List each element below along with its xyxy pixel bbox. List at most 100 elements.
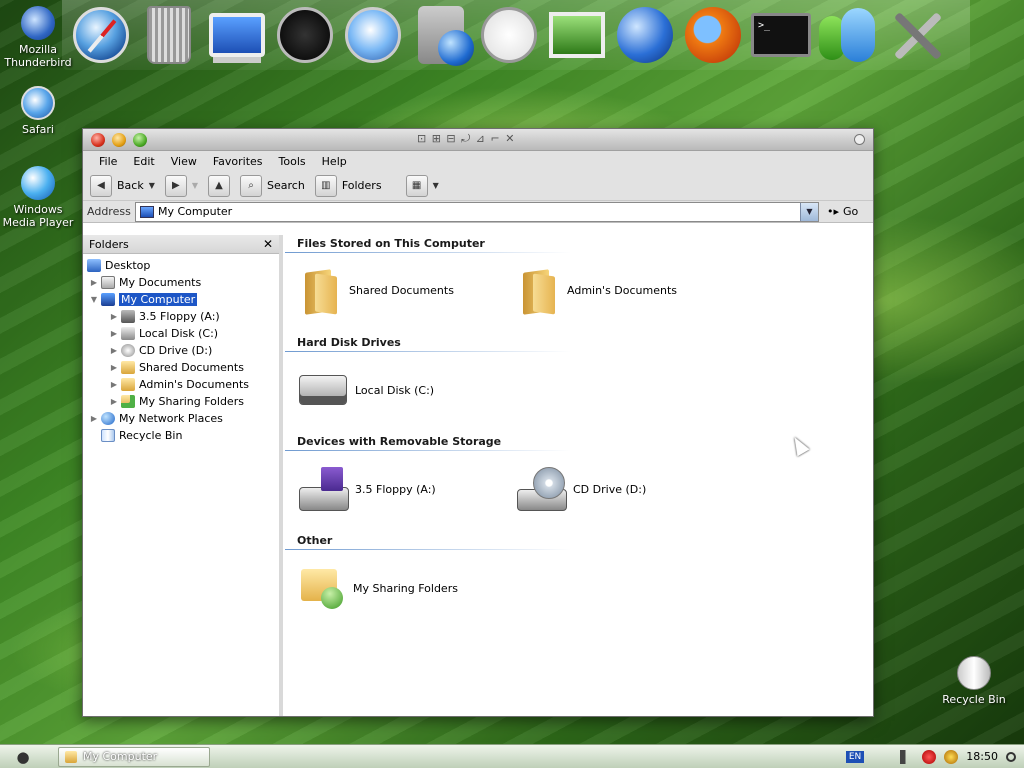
network-drive-dock-icon[interactable] xyxy=(410,4,474,66)
safari-dock-icon[interactable] xyxy=(70,4,132,66)
expand-icon[interactable]: ▶ xyxy=(109,312,119,321)
folder-icon xyxy=(121,361,135,374)
back-arrow-icon: ◀ xyxy=(90,174,112,197)
group-divider xyxy=(285,450,571,451)
item-label: My Sharing Folders xyxy=(353,581,458,595)
expand-icon[interactable]: ▶ xyxy=(109,397,119,406)
views-button[interactable]: ▦ ▼ xyxy=(403,174,442,197)
menu-favorites[interactable]: Favorites xyxy=(205,155,271,168)
toolbar-toggle-button[interactable] xyxy=(854,134,865,145)
item-sharing-folders[interactable]: My Sharing Folders xyxy=(301,565,458,611)
menu-help[interactable]: Help xyxy=(314,155,355,168)
expand-icon[interactable]: ▶ xyxy=(109,363,119,372)
back-button[interactable]: ◀ Back ▼ xyxy=(87,174,158,197)
tree-item-label: My Network Places xyxy=(119,412,223,425)
menu-bar: File Edit View Favorites Tools Help xyxy=(83,151,873,171)
apple-icon: ● xyxy=(16,747,30,766)
tree-item-shared-documents[interactable]: ▶ Shared Documents xyxy=(83,359,279,376)
security-icon[interactable] xyxy=(922,749,937,764)
disk-icon xyxy=(121,327,135,340)
expand-icon[interactable]: ▶ xyxy=(89,278,99,287)
folder-icon xyxy=(519,267,559,313)
start-button[interactable]: ● xyxy=(0,745,46,768)
title-bar[interactable]: ⊡ ⊞ ⊟ ⤾ ⊿ ⌐ ✕ xyxy=(83,129,873,151)
desktop-icon-safari[interactable]: Safari xyxy=(0,86,76,136)
trash-dock-icon[interactable] xyxy=(138,4,200,66)
gauge-dock-icon[interactable] xyxy=(342,4,404,66)
item-cd-drive[interactable]: CD Drive (D:) xyxy=(517,467,646,511)
tree-item-local-disk[interactable]: ▶ Local Disk (C:) xyxy=(83,325,279,342)
address-input[interactable]: My Computer ▼ xyxy=(135,201,819,222)
address-dropdown-icon[interactable]: ▼ xyxy=(800,202,818,221)
taskbar: ● My Computer EN 18:50 xyxy=(0,744,1024,768)
firefox-dock-icon[interactable] xyxy=(682,4,744,66)
folder-icon xyxy=(301,267,341,313)
menu-edit[interactable]: Edit xyxy=(125,155,162,168)
globe-dock-icon[interactable] xyxy=(614,4,676,66)
desktop-icon-wmp[interactable]: Windows Media Player xyxy=(0,166,76,229)
collapse-icon[interactable]: ▼ xyxy=(89,295,99,304)
expand-icon[interactable]: ▶ xyxy=(109,346,119,355)
up-button[interactable]: ▲ xyxy=(205,174,233,197)
expand-icon[interactable]: ▶ xyxy=(89,414,99,423)
search-icon[interactable] xyxy=(1006,751,1016,762)
search-button[interactable]: ⌕ Search xyxy=(237,174,308,197)
item-admins-documents[interactable]: Admin's Documents xyxy=(519,267,677,313)
explorer-window: ⊡ ⊞ ⊟ ⤾ ⊿ ⌐ ✕ File Edit View Favorites T… xyxy=(82,128,874,717)
minimize-button[interactable] xyxy=(112,133,126,147)
views-dropdown-icon[interactable]: ▼ xyxy=(433,181,439,190)
tree-item-my-computer[interactable]: ▼ My Computer xyxy=(83,291,279,308)
group-title: Hard Disk Drives xyxy=(297,336,401,349)
tree-item-desktop[interactable]: Desktop xyxy=(83,257,279,274)
menu-view[interactable]: View xyxy=(163,155,205,168)
cd-icon xyxy=(121,344,135,357)
taskbar-button-my-computer[interactable]: My Computer xyxy=(58,746,210,767)
tree-item-network-places[interactable]: ▶ My Network Places xyxy=(83,410,279,427)
tree-item-my-documents[interactable]: ▶ My Documents xyxy=(83,274,279,291)
desktop-icon-thunderbird[interactable]: Mozilla Thunderbird xyxy=(0,6,76,69)
dashboard-dock-icon[interactable] xyxy=(274,4,336,66)
go-button[interactable]: •▸ Go xyxy=(827,205,858,218)
language-indicator[interactable]: EN xyxy=(845,750,865,763)
photo-frame-dock-icon[interactable] xyxy=(546,4,608,66)
desktop-icon-recycle-bin[interactable]: Recycle Bin xyxy=(936,656,1012,706)
recycle-bin-icon xyxy=(101,429,115,442)
forward-button[interactable]: ▶ ▼ xyxy=(162,174,201,197)
forward-dropdown-icon[interactable]: ▼ xyxy=(192,181,198,190)
tree-item-recycle-bin[interactable]: Recycle Bin xyxy=(83,427,279,444)
menu-tools[interactable]: Tools xyxy=(271,155,314,168)
desktop-icon-label: Safari xyxy=(22,123,54,136)
item-floppy[interactable]: 3.5 Floppy (A:) xyxy=(299,467,436,511)
desktop-icon-label: Mozilla Thunderbird xyxy=(4,43,72,69)
cd-drive-icon xyxy=(517,467,567,511)
imac-dock-icon[interactable] xyxy=(206,4,268,66)
group-divider xyxy=(285,252,571,253)
computer-icon xyxy=(140,205,154,218)
window-body: Folders ✕ Desktop ▶ My Documents ▼ My Co… xyxy=(83,235,873,716)
tree-item-sharing-folders[interactable]: ▶ My Sharing Folders xyxy=(83,393,279,410)
folders-button[interactable]: ▥ Folders xyxy=(312,174,385,197)
volume-icon[interactable] xyxy=(900,749,915,764)
item-local-disk[interactable]: Local Disk (C:) xyxy=(299,375,434,405)
expand-icon[interactable]: ▶ xyxy=(109,380,119,389)
tree-item-floppy[interactable]: ▶ 3.5 Floppy (A:) xyxy=(83,308,279,325)
zoom-button[interactable] xyxy=(133,133,147,147)
system-tools-dock-icon[interactable] xyxy=(886,4,948,66)
clock-dock-icon[interactable] xyxy=(478,4,540,66)
menu-file[interactable]: File xyxy=(91,155,125,168)
expand-icon[interactable]: ▶ xyxy=(109,329,119,338)
network-status-icon[interactable] xyxy=(944,749,959,764)
tree-item-admins-documents[interactable]: ▶ Admin's Documents xyxy=(83,376,279,393)
sharing-folder-icon xyxy=(301,565,345,611)
folders-label: Folders xyxy=(341,179,382,192)
tree-item-label: Admin's Documents xyxy=(139,378,250,391)
item-shared-documents[interactable]: Shared Documents xyxy=(301,267,454,313)
messenger-dock-icon[interactable] xyxy=(818,4,880,66)
close-button[interactable] xyxy=(91,133,105,147)
views-icon: ▦ xyxy=(405,174,428,197)
tree-item-label: CD Drive (D:) xyxy=(139,344,213,357)
back-dropdown-icon[interactable]: ▼ xyxy=(149,181,155,190)
close-icon[interactable]: ✕ xyxy=(263,237,273,251)
terminal-dock-icon[interactable]: >_ xyxy=(750,4,812,66)
tree-item-cd-drive[interactable]: ▶ CD Drive (D:) xyxy=(83,342,279,359)
